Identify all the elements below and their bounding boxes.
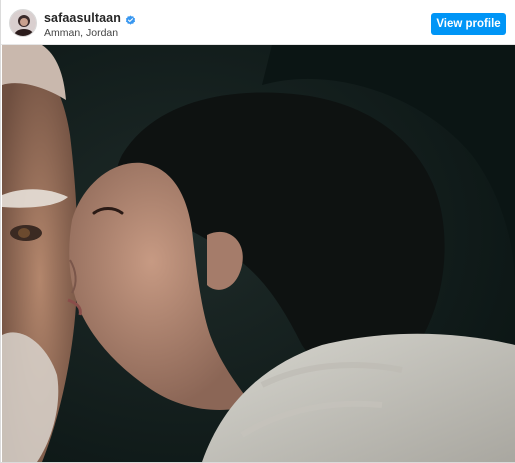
- post-embed: safaasultaan Amman, Jordan View profile: [0, 0, 515, 463]
- post-photo[interactable]: [2, 45, 515, 462]
- username-link[interactable]: safaasultaan: [44, 11, 121, 25]
- avatar[interactable]: [9, 9, 37, 37]
- username-row: safaasultaan: [44, 11, 136, 25]
- photo-content: [2, 45, 515, 462]
- view-profile-button[interactable]: View profile: [431, 13, 506, 35]
- verified-badge-icon: [125, 13, 136, 25]
- avatar-image-icon: [10, 10, 36, 36]
- location-link[interactable]: Amman, Jordan: [44, 27, 118, 39]
- post-header: safaasultaan Amman, Jordan View profile: [1, 0, 515, 45]
